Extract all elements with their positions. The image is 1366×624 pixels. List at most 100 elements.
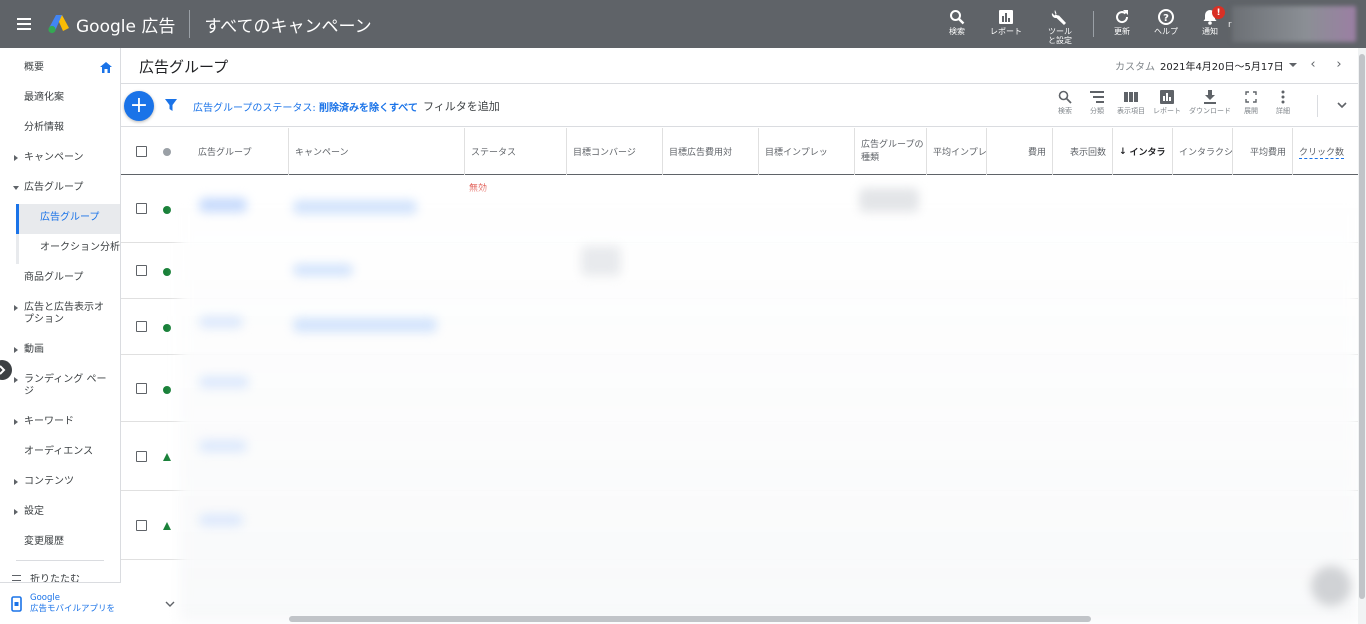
help-icon: ?: [1158, 9, 1174, 25]
sidebar-item-label: オークション分析: [40, 242, 120, 253]
add-filter-button[interactable]: フィルタを追加: [423, 98, 500, 114]
sidebar-item-videos[interactable]: 動画: [0, 344, 120, 356]
sidebar-item-campaigns[interactable]: キャンペーン: [0, 152, 120, 164]
col-avg-impression[interactable]: 平均インプレ: [927, 128, 987, 175]
top-search-button[interactable]: 検索: [935, 0, 979, 48]
date-prev-icon[interactable]: ‹: [1306, 58, 1320, 72]
sort-arrow-icon: ↓: [1119, 146, 1127, 157]
col-target-impression[interactable]: 目標インプレッ: [759, 128, 855, 175]
toolbar-segment-label: 分類: [1090, 107, 1104, 115]
sidebar-item-overview[interactable]: 概要: [0, 62, 120, 74]
col-interactions-sorted[interactable]: ↓ インタラ: [1113, 128, 1173, 175]
col-target-roas[interactable]: 目標広告費用対: [663, 128, 759, 175]
row-checkbox[interactable]: [136, 451, 147, 462]
caret-right-icon: [14, 155, 18, 161]
row-checkbox[interactable]: [136, 321, 147, 332]
google-ads-logo[interactable]: Google 広告: [48, 0, 175, 48]
col-target-cpa[interactable]: 目標コンバージ: [567, 128, 663, 175]
search-icon: [1058, 90, 1072, 104]
status-enabled-dot: [163, 324, 171, 332]
sidebar-item-settings[interactable]: 設定: [0, 506, 120, 518]
experiment-icon: [163, 453, 171, 461]
date-next-icon[interactable]: ›: [1332, 58, 1346, 72]
sidebar-item-recommendations[interactable]: 最適化案: [0, 92, 120, 104]
col-impressions[interactable]: 表示回数: [1053, 128, 1113, 175]
section-title: 広告グループ: [139, 58, 229, 76]
col-status[interactable]: ステータス: [465, 128, 567, 175]
sidebar-item-content[interactable]: コンテンツ: [0, 476, 120, 488]
toolbar-report-button[interactable]: レポート: [1149, 90, 1185, 116]
top-help-button[interactable]: ? ヘルプ: [1144, 0, 1188, 48]
col-cost[interactable]: 費用: [987, 128, 1053, 175]
toolbar-search-button[interactable]: 検索: [1049, 90, 1081, 116]
add-button[interactable]: +: [124, 91, 154, 121]
select-all-checkbox[interactable]: [136, 146, 147, 157]
sidebar-item-label: キーワード: [24, 416, 74, 427]
row-checkbox[interactable]: [136, 203, 147, 214]
top-refresh-button[interactable]: 更新: [1100, 0, 1144, 48]
col-interaction-rate[interactable]: インタラクシ: [1173, 128, 1233, 175]
toolbar-download-label: ダウンロード: [1189, 107, 1231, 115]
row-checkbox[interactable]: [136, 265, 147, 276]
sidebar-item-change-history[interactable]: 変更履歴: [0, 536, 120, 548]
toolbar-expand-button[interactable]: 展開: [1235, 90, 1267, 116]
vertical-scrollbar[interactable]: [1358, 48, 1366, 624]
redacted-cell: [293, 264, 353, 276]
promo-line2: 広告モバイルアプリを: [30, 604, 116, 614]
top-report-button[interactable]: レポート: [979, 0, 1033, 48]
mobile-app-promo[interactable]: Google 広告モバイルアプリを: [0, 582, 121, 624]
experiment-icon: [163, 522, 171, 530]
sidebar-item-label: オーディエンス: [24, 446, 94, 457]
redacted-table-body: [179, 190, 1358, 622]
sidebar-item-label: 変更履歴: [24, 536, 64, 547]
sidebar-item-product-groups[interactable]: 商品グループ: [0, 272, 120, 284]
top-tools-button[interactable]: ツールと設定: [1033, 0, 1087, 48]
top-notification-button[interactable]: ! 通知: [1188, 0, 1232, 48]
menu-icon[interactable]: [0, 0, 48, 48]
sidebar-item-label: 広告と広告表示オプション: [24, 302, 104, 325]
toolbar-segment-button[interactable]: 分類: [1081, 90, 1113, 116]
sidebar-item-keywords[interactable]: キーワード: [0, 416, 120, 428]
toolbar-more-button[interactable]: 詳細: [1267, 90, 1299, 116]
filter-bar: + 広告グループのステータス: 削除済みを除くすべて フィルタを追加 検索 分類…: [121, 85, 1358, 127]
col-campaign[interactable]: キャンペーン: [289, 128, 465, 175]
wrench-icon: [1051, 10, 1066, 25]
status-filter-chip[interactable]: 広告グループのステータス: 削除済みを除くすべて: [193, 99, 418, 114]
page-title: すべてのキャンペーン: [204, 16, 372, 37]
sidebar-item-auction-insights[interactable]: オークション分析: [16, 234, 120, 264]
title-divider: [189, 10, 191, 38]
sidebar-item-audiences[interactable]: オーディエンス: [0, 446, 120, 458]
sidebar-item-ad-groups-parent[interactable]: 広告グループ: [0, 182, 120, 194]
main-content: 広告グループ カスタム 2021年4月20日～5月17日 ‹ › + 広告グルー…: [121, 48, 1366, 624]
download-icon: [1204, 90, 1216, 104]
sidebar-item-ad-groups[interactable]: 広告グループ: [16, 204, 120, 234]
col-clicks[interactable]: クリック数: [1293, 128, 1358, 175]
report-icon: [1160, 90, 1174, 104]
logo-text: Google 広告: [76, 16, 176, 37]
date-dropdown-icon[interactable]: [1289, 63, 1297, 67]
toolbar-columns-button[interactable]: 表示項目: [1113, 90, 1149, 116]
redacted-cell: [859, 188, 919, 212]
sidebar-item-ads-extensions[interactable]: 広告と広告表示オプション: [0, 302, 110, 326]
chevron-down-icon[interactable]: [1337, 101, 1347, 109]
col-ad-group[interactable]: 広告グループ: [192, 128, 289, 175]
row-checkbox[interactable]: [136, 383, 147, 394]
caret-right-icon: [14, 509, 18, 515]
account-switcher[interactable]: [1232, 6, 1356, 42]
vertical-scroll-thumb[interactable]: [1359, 54, 1365, 599]
filter-icon[interactable]: [165, 99, 177, 111]
sidebar-item-insights[interactable]: 分析情報: [0, 122, 120, 134]
horizontal-scrollbar[interactable]: [289, 616, 1091, 622]
chevron-down-icon[interactable]: [165, 600, 175, 608]
top-search-label: 検索: [949, 27, 965, 36]
sidebar-collapse[interactable]: 折りたたむ: [0, 574, 120, 582]
top-refresh-label: 更新: [1114, 27, 1130, 36]
date-range-picker[interactable]: 2021年4月20日～5月17日: [1160, 58, 1284, 73]
col-avg-cost[interactable]: 平均費用: [1233, 128, 1293, 175]
sidebar-item-landing-pages[interactable]: ランディング ページ: [0, 374, 110, 398]
toolbar-download-button[interactable]: ダウンロード: [1185, 90, 1235, 116]
caret-right-icon: [14, 479, 18, 485]
sidebar-item-label: コンテンツ: [24, 476, 74, 487]
col-ad-group-type[interactable]: 広告グループの種類: [855, 128, 927, 175]
row-checkbox[interactable]: [136, 520, 147, 531]
